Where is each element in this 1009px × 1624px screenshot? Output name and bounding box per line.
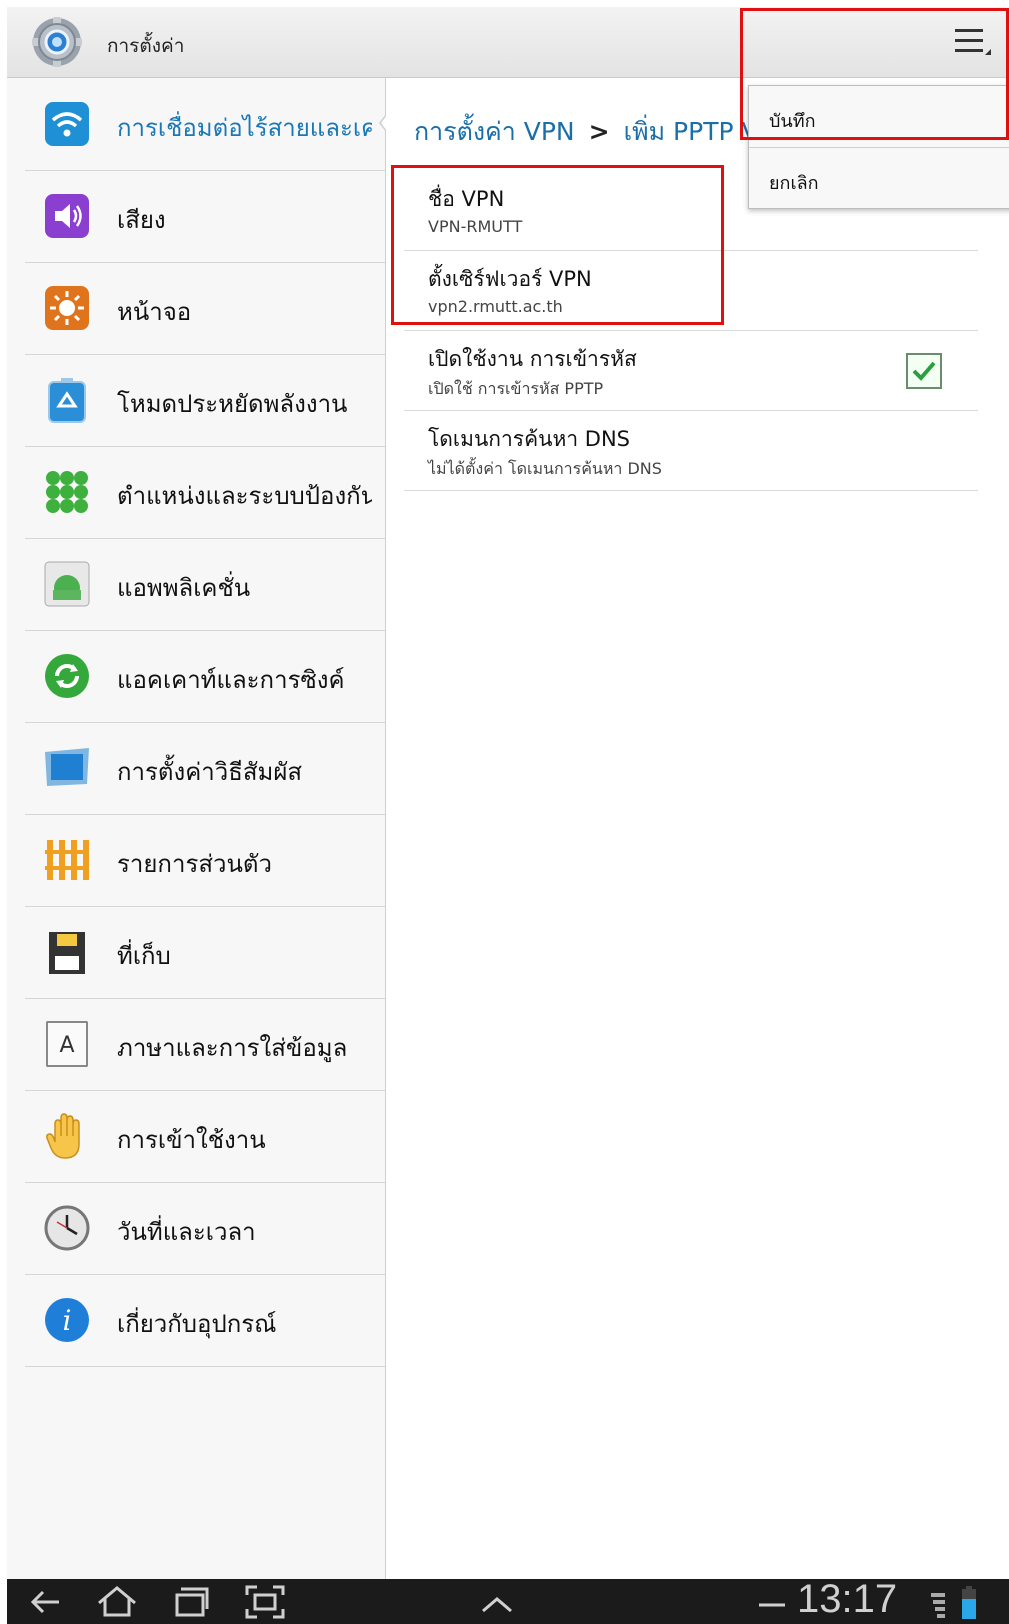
sidebar-item-label: การเข้าใช้งาน	[117, 1126, 266, 1154]
status-clock: 13:17	[797, 1577, 898, 1621]
sidebar-item-power-saving[interactable]: โหมดประหยัดพลังงาน	[25, 354, 385, 447]
sidebar-item-date-time[interactable]: วันที่และเวลา	[25, 1182, 385, 1275]
sidebar-item-label: ภาษาและการใส่ข้อมูล	[117, 1034, 348, 1062]
signal-icon	[931, 1593, 945, 1618]
settings-gear-icon	[32, 17, 82, 67]
sidebar-item-about-device[interactable]: i เกี่ยวกับอุปกรณ์	[25, 1274, 385, 1367]
setting-title: เปิดใช้งาน การเข้ารหัส	[428, 347, 637, 371]
motion-icon	[45, 748, 89, 786]
sidebar-item-label: รายการส่วนตัว	[117, 850, 272, 878]
sidebar-item-display[interactable]: หน้าจอ	[25, 262, 385, 355]
action-bar: การตั้งค่า	[7, 7, 1009, 78]
encryption-checkbox[interactable]	[906, 353, 942, 389]
sidebar-item-wireless[interactable]: การเชื่อมต่อไร้สายและเครือข่าย	[25, 78, 385, 171]
setting-title: โดเมนการค้นหา DNS	[428, 427, 631, 451]
sidebar-item-label: การเชื่อมต่อไร้สายและเครือข่าย	[117, 114, 372, 142]
settings-sidebar: การเชื่อมต่อไร้สายและเครือข่าย เสียง หน้…	[7, 78, 386, 1579]
menu-item-label: บันทึก	[769, 111, 816, 132]
wifi-icon	[45, 102, 89, 146]
info-icon: i	[45, 1298, 89, 1342]
menu-icon	[955, 29, 991, 55]
clock-icon	[44, 1205, 90, 1251]
battery-icon	[962, 1586, 976, 1619]
back-icon[interactable]	[25, 1583, 65, 1621]
hand-icon	[46, 1113, 80, 1159]
brightness-icon	[45, 286, 89, 330]
power-saving-icon	[48, 378, 86, 423]
sidebar-item-label: เกี่ยวกับอุปกรณ์	[117, 1310, 277, 1338]
sync-icon	[45, 654, 89, 698]
screenshot-icon[interactable]	[243, 1583, 287, 1621]
home-icon[interactable]	[95, 1583, 139, 1621]
menu-item-save[interactable]: บันทึก	[749, 86, 1009, 146]
sidebar-item-storage[interactable]: ที่เก็บ	[25, 906, 385, 999]
setting-summary: เปิดใช้ การเข้ารหัส PPTP	[428, 379, 604, 398]
setting-summary: ไม่ได้ตั้งค่า โดเมนการค้นหา DNS	[428, 459, 662, 478]
location-security-icon	[46, 471, 88, 513]
breadcrumb-parent[interactable]: การตั้งค่า VPN	[414, 117, 575, 146]
speaker-icon	[45, 194, 89, 238]
privacy-icon	[45, 840, 89, 880]
system-navigation-bar: 13:17	[7, 1577, 1009, 1624]
android-icon	[44, 561, 90, 607]
sidebar-item-label: แอคเคาท์และการซิงค์	[117, 666, 345, 694]
chevron-up-icon[interactable]	[475, 1583, 519, 1621]
sidebar-item-accounts-sync[interactable]: แอคเคาท์และการซิงค์	[25, 630, 385, 723]
language-icon: A	[46, 1021, 88, 1067]
sidebar-item-location-security[interactable]: ตำแหน่งและระบบป้องกัน	[25, 446, 385, 539]
breadcrumb: การตั้งค่า VPN > เพิ่ม PPTP VPN	[414, 112, 792, 152]
sidebar-item-label: หน้าจอ	[117, 298, 192, 326]
svg-text:A: A	[59, 1033, 74, 1058]
breadcrumb-separator: >	[588, 117, 610, 146]
sidebar-item-label: ที่เก็บ	[117, 942, 171, 970]
sidebar-item-accessibility[interactable]: การเข้าใช้งาน	[25, 1090, 385, 1183]
vpn-server-item[interactable]: ตั้งเซิร์ฟเวอร์ VPN vpn2.rmutt.ac.th	[404, 251, 978, 331]
sidebar-item-label: โหมดประหยัดพลังงาน	[117, 390, 348, 418]
menu-item-label: ยกเลิก	[769, 173, 819, 194]
sidebar-item-label: วันที่และเวลา	[117, 1218, 256, 1246]
svg-text:i: i	[63, 1304, 72, 1337]
setting-summary: vpn2.rmutt.ac.th	[428, 297, 563, 316]
vpn-detail-panel: การตั้งค่า VPN > เพิ่ม PPTP VPN ชื่อ VPN V…	[386, 78, 1009, 1579]
encryption-item[interactable]: เปิดใช้งาน การเข้ารหัส เปิดใช้ การเข้ารห…	[404, 331, 978, 411]
sidebar-item-label: เสียง	[117, 206, 166, 234]
menu-item-cancel[interactable]: ยกเลิก	[749, 148, 1009, 208]
sidebar-item-applications[interactable]: แอพพลิเคชั่น	[25, 538, 385, 631]
sidebar-item-language[interactable]: A ภาษาและการใส่ข้อมูล	[25, 998, 385, 1091]
sidebar-item-privacy[interactable]: รายการส่วนตัว	[25, 814, 385, 907]
setting-summary: VPN-RMUTT	[428, 217, 523, 236]
minus-icon	[759, 1603, 785, 1607]
sidebar-item-sound[interactable]: เสียง	[25, 170, 385, 263]
sidebar-item-label: การตั้งค่าวิธีสัมผัส	[117, 758, 303, 786]
sidebar-item-label: แอพพลิเคชั่น	[117, 574, 251, 602]
dns-domain-item[interactable]: โดเมนการค้นหา DNS ไม่ได้ตั้งค่า โดเมนการ…	[404, 411, 978, 491]
sidebar-item-label: ตำแหน่งและระบบป้องกัน	[117, 482, 372, 510]
sidebar-item-motion[interactable]: การตั้งค่าวิธีสัมผัส	[25, 722, 385, 815]
setting-title: ชื่อ VPN	[428, 187, 505, 211]
checkmark-icon	[912, 361, 936, 381]
setting-title: ตั้งเซิร์ฟเวอร์ VPN	[428, 267, 592, 291]
app-title: การตั้งค่า	[107, 35, 185, 57]
overflow-menu-button[interactable]	[769, 7, 1009, 77]
storage-icon	[49, 932, 85, 974]
screen: การตั้งค่า การเชื่อมต่อไร้สายและเครือข่า…	[7, 7, 1009, 1624]
recent-apps-icon[interactable]	[169, 1583, 213, 1621]
overflow-menu: บันทึก ยกเลิก	[748, 85, 1009, 209]
